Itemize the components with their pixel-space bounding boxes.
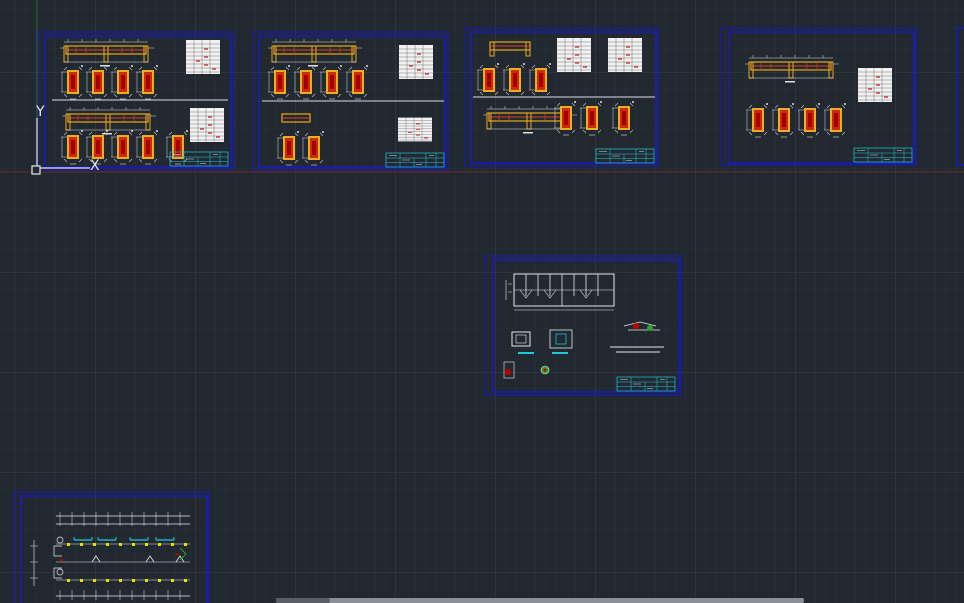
scrollbar-thumb[interactable] [276,598,330,603]
drawing-canvas[interactable]: Y X [0,0,964,603]
ucs-x-label: X [90,158,100,174]
model-space[interactable]: Y X [0,0,964,603]
ucs-y-label: Y [35,104,45,120]
horizontal-scrollbar[interactable] [276,598,804,603]
